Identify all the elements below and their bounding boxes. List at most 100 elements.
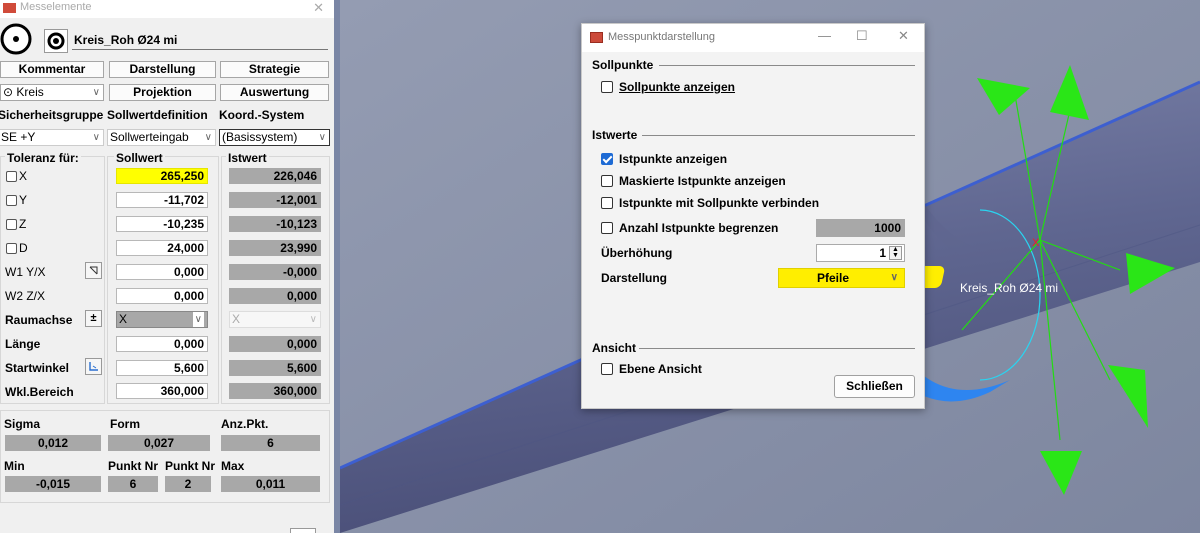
element-type-combo[interactable]: ⊙ Kreis ∨ [0, 84, 104, 101]
koord-system-combo[interactable]: (Basissystem) ∨ [219, 129, 330, 146]
istwert-z: -10,123 [229, 216, 321, 232]
raumachse-sign-button[interactable]: ± [85, 310, 102, 327]
istwert-w1: -0,000 [229, 264, 321, 280]
istwert-w2: 0,000 [229, 288, 321, 304]
row-label-startwinkel: Startwinkel [5, 361, 70, 375]
tolerance-x-checkbox[interactable] [6, 171, 17, 182]
corner-icon [89, 362, 98, 371]
punkt-nr-label-2: Punkt Nr [165, 459, 216, 473]
koord-system-label: Koord.-System [219, 108, 305, 122]
sicherheitsgruppe-combo[interactable]: SE +Y ∨ [0, 129, 104, 146]
sollwert-x[interactable]: 265,250 [116, 168, 208, 184]
chevron-down-icon: ∨ [92, 87, 100, 98]
sollwert-startwinkel[interactable]: 5,600 [116, 360, 208, 376]
tolerance-z-checkbox[interactable] [6, 219, 17, 230]
chevron-down-icon: ∨ [890, 272, 898, 283]
messpunktdarstellung-dialog: Messpunktdarstellung — ☐ ✕ Sollpunkte So… [581, 23, 925, 409]
startwinkel-button[interactable] [85, 358, 102, 375]
begrenzen-checkbox[interactable] [601, 222, 613, 234]
min-value: -0,015 [5, 476, 101, 492]
anz-pkt-label: Anz.Pkt. [221, 417, 269, 431]
chevron-down-icon: ∨ [309, 314, 317, 325]
raumachse-soll-combo[interactable]: X ∨ [116, 311, 208, 328]
strategie-button[interactable]: Strategie [220, 61, 329, 78]
dialog-title: Messpunktdarstellung [608, 31, 716, 43]
element-type-button[interactable] [44, 29, 68, 53]
minimize-icon[interactable]: — [818, 28, 831, 43]
ebene-ansicht-label[interactable]: Ebene Ansicht [619, 362, 702, 376]
tolerance-y-checkbox[interactable] [6, 195, 17, 206]
maximize-icon[interactable]: ☐ [856, 28, 868, 44]
istpunkte-anzeigen-checkbox[interactable] [601, 153, 613, 165]
ueberhoehung-spinner[interactable]: 1 ▲ ▼ [816, 244, 905, 262]
sollwert-wkl-bereich[interactable]: 360,000 [116, 383, 208, 399]
sigma-label: Sigma [4, 417, 41, 431]
begrenzen-label[interactable]: Anzahl Istpunkte begrenzen [619, 221, 778, 235]
istwert-wkl-bereich: 360,000 [229, 383, 321, 399]
element-name-field[interactable]: Kreis_Roh Ø24 mi [72, 32, 328, 50]
kommentar-button[interactable]: Kommentar [0, 61, 104, 78]
chevron-down-icon: ∨ [204, 132, 212, 143]
ueberhoehung-value: 1 [879, 246, 886, 260]
maskierte-label[interactable]: Maskierte Istpunkte anzeigen [619, 174, 786, 188]
sollwert-y[interactable]: -11,702 [116, 192, 208, 208]
sollwertdefinition-value: Sollwerteingab [110, 130, 189, 144]
spin-arrows-icon[interactable]: ▲ ▼ [889, 246, 902, 260]
sollwertdefinition-combo[interactable]: Sollwerteingab ∨ [107, 129, 216, 146]
anz-pkt-value: 6 [221, 435, 320, 451]
element-label: Kreis_Roh Ø24 mi [960, 281, 1058, 295]
measurement-element-panel: Messelemente ✕ Kreis_Roh Ø24 mi Kommenta… [0, 0, 334, 533]
darstellung-combo[interactable]: Pfeile ∨ [778, 268, 905, 288]
sollpunkte-anzeigen-checkbox[interactable] [601, 81, 613, 93]
sollwert-w1[interactable]: 0,000 [116, 264, 208, 280]
sollwert-w2[interactable]: 0,000 [116, 288, 208, 304]
chevron-down-icon: ∨ [318, 132, 326, 143]
panel-title: Messelemente [20, 1, 92, 13]
verbinden-label[interactable]: Istpunkte mit Sollpunkte verbinden [619, 196, 819, 210]
sicherheitsgruppe-value: SE +Y [1, 130, 36, 144]
center-marker: X [1032, 237, 1040, 249]
section-divider [639, 348, 915, 349]
projektion-button[interactable]: Projektion [109, 84, 216, 101]
raumachse-ist-combo: X ∨ [229, 311, 321, 328]
istpunkte-anzeigen-label[interactable]: Istpunkte anzeigen [619, 152, 727, 166]
maskierte-checkbox[interactable] [601, 175, 613, 187]
verbinden-checkbox[interactable] [601, 197, 613, 209]
max-value: 0,011 [221, 476, 320, 492]
section-divider [659, 65, 915, 66]
section-ansicht: Ansicht [592, 341, 637, 355]
row-label-w2: W2 Z/X [5, 289, 46, 303]
row-label-x: X [19, 169, 28, 183]
row-label-raumachse: Raumachse [5, 313, 73, 327]
app-icon [3, 3, 16, 13]
element-type-value: ⊙ Kreis [3, 85, 44, 99]
darstellung-button[interactable]: Darstellung [109, 61, 216, 78]
sollwertdefinition-label: Sollwertdefinition [107, 108, 208, 122]
angle-reference-button[interactable] [85, 262, 102, 279]
sollwert-laenge[interactable]: 0,000 [116, 336, 208, 352]
angle-icon [89, 266, 98, 275]
tolerance-d-checkbox[interactable] [6, 243, 17, 254]
row-label-w1: W1 Y/X [5, 265, 46, 279]
partial-button[interactable] [290, 528, 316, 533]
close-icon[interactable]: ✕ [898, 28, 909, 44]
sollwert-z[interactable]: -10,235 [116, 216, 208, 232]
schliessen-button[interactable]: Schließen [834, 375, 915, 398]
ebene-ansicht-checkbox[interactable] [601, 363, 613, 375]
row-label-d: D [19, 241, 28, 255]
form-label: Form [110, 417, 140, 431]
section-sollpunkte: Sollpunkte [592, 58, 654, 72]
sollpunkte-anzeigen-label[interactable]: Sollpunkte anzeigen [619, 80, 735, 94]
chevron-down-icon: ∨ [92, 132, 100, 143]
raumachse-soll-value: X [119, 312, 128, 326]
punkt-nr-label-1: Punkt Nr [108, 459, 159, 473]
koord-system-value: (Basissystem) [222, 130, 298, 144]
darstellung-label: Darstellung [601, 271, 668, 285]
toleranz-header: Toleranz für: [5, 151, 81, 165]
sollwert-d[interactable]: 24,000 [116, 240, 208, 256]
chevron-down-icon: ∨ [192, 312, 204, 327]
max-label: Max [221, 459, 245, 473]
ueberhoehung-label: Überhöhung [601, 246, 673, 260]
auswertung-button[interactable]: Auswertung [220, 84, 329, 101]
close-icon[interactable]: ✕ [313, 0, 324, 16]
